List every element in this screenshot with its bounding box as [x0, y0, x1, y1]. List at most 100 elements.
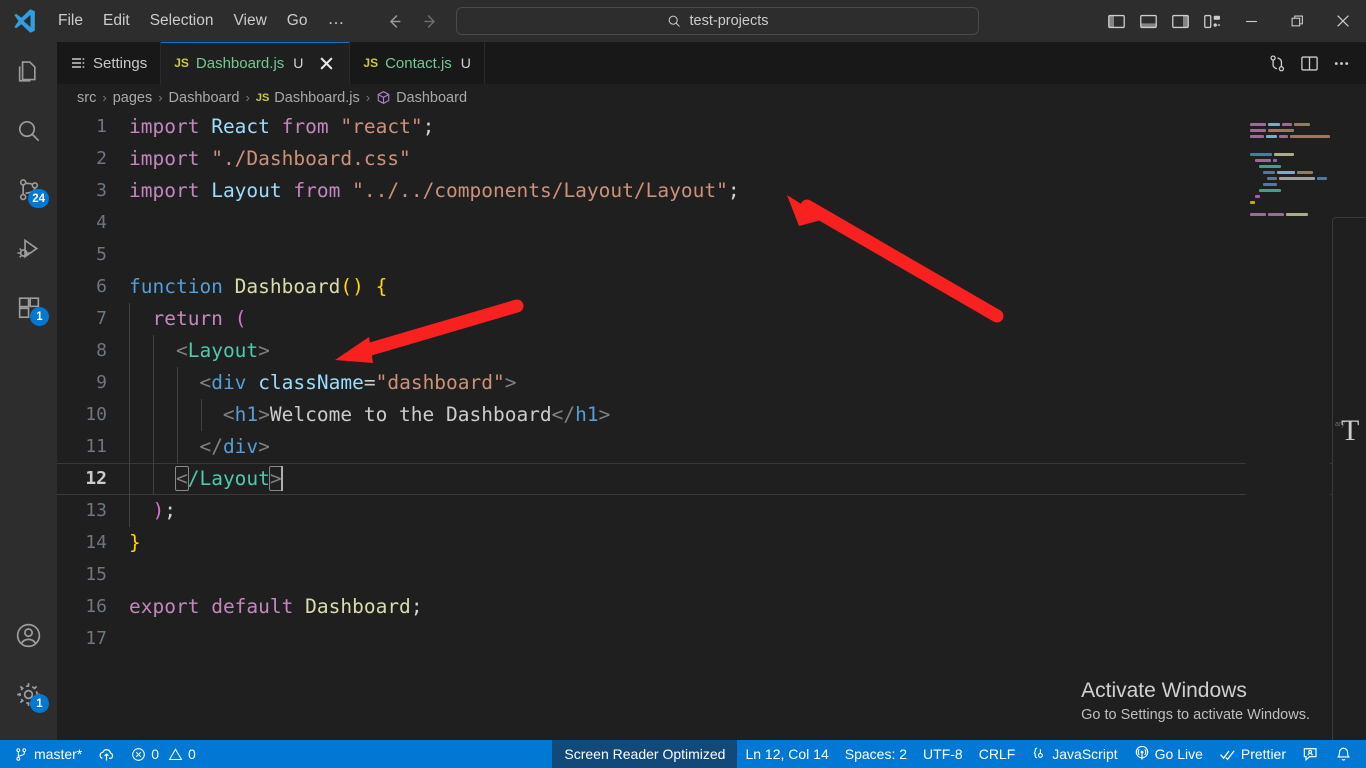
tab-dashboard-js-close-icon[interactable] [316, 53, 336, 73]
line-content: </Layout> [129, 463, 283, 495]
restore-button[interactable] [1274, 0, 1320, 42]
ellipsis-icon[interactable] [1326, 48, 1356, 78]
line-content: </div> [129, 431, 270, 463]
status-go-live[interactable]: Go Live [1126, 740, 1211, 768]
breadcrumb-item-dashboard-js-label: Dashboard.js [274, 89, 360, 106]
line-content: <Layout> [129, 335, 270, 367]
minimize-button[interactable] [1228, 0, 1274, 42]
menu-file[interactable]: File [49, 7, 92, 35]
status-encoding[interactable]: UTF-8 [915, 740, 971, 768]
tab-contact-js[interactable]: JS Contact.js U [350, 42, 485, 84]
title-bar: File Edit Selection View Go … test-proje… [0, 0, 1366, 42]
menu-go[interactable]: Go [278, 7, 317, 35]
error-icon [131, 747, 146, 762]
broadcast-icon [1134, 746, 1150, 762]
code-line: 14 } [57, 527, 1366, 559]
editor-area: Settings JS Dashboard.js U JS Contact.js… [57, 42, 1366, 740]
split-editor-icon[interactable] [1294, 48, 1324, 78]
breadcrumb-item-dashboard-symbol[interactable]: Dashboard [376, 90, 467, 106]
status-branch-label: master* [34, 746, 83, 762]
js-icon: JS [255, 91, 270, 104]
symbol-class-icon [376, 90, 391, 105]
arrow-left-icon[interactable] [381, 8, 407, 34]
activitybar-extensions[interactable]: 1 [0, 278, 57, 337]
breadcrumb: src › pages › Dashboard › JS Dashboard.j… [57, 84, 1366, 111]
activitybar-search[interactable] [0, 101, 57, 160]
tab-dashboard-js-dirty-badge: U [293, 55, 304, 71]
breadcrumb-item-src[interactable]: src [77, 90, 96, 106]
code-line: 15 [57, 559, 1366, 591]
code-line: 8 <Layout> [57, 335, 1366, 367]
workbench-body: 24 1 1 Settings JS Dashboard.js U JS Con… [0, 42, 1366, 740]
breadcrumb-item-pages[interactable]: pages [113, 90, 153, 106]
line-number: 4 [96, 212, 107, 233]
menu-selection[interactable]: Selection [141, 7, 223, 35]
status-feedback[interactable] [1294, 740, 1327, 768]
activate-windows-watermark: Activate Windows Go to Settings to activ… [1081, 677, 1310, 726]
code-line: 13 ); [57, 495, 1366, 527]
status-bar-left: master* 0 0 [0, 740, 204, 768]
line-number: 8 [96, 340, 107, 361]
command-center-value: test-projects [689, 13, 769, 29]
code-line: 16 export default Dashboard; [57, 591, 1366, 623]
code-line: 7 return ( [57, 303, 1366, 335]
activitybar-run-debug[interactable] [0, 219, 57, 278]
minimap[interactable] [1246, 111, 1330, 740]
toggle-panel-button[interactable] [1132, 3, 1164, 39]
code-line: 10 <h1>Welcome to the Dashboard</h1> [57, 399, 1366, 431]
status-sync[interactable] [90, 740, 123, 768]
text-cursor [280, 466, 283, 491]
status-go-live-label: Go Live [1154, 746, 1203, 762]
line-number: 11 [85, 436, 107, 457]
code-line: 1 import React from "react"; [57, 111, 1366, 143]
line-number: 10 [85, 404, 107, 425]
status-language[interactable]: JavaScript [1023, 740, 1125, 768]
status-indentation[interactable]: Spaces: 2 [837, 740, 915, 768]
activitybar-explorer[interactable] [0, 42, 57, 101]
cloud-upload-icon [98, 746, 115, 763]
code-line: 6 function Dashboard() { [57, 271, 1366, 303]
customize-layout-button[interactable] [1196, 3, 1228, 39]
compare-changes-icon[interactable] [1262, 48, 1292, 78]
command-center[interactable]: test-projects [456, 7, 979, 35]
files-icon [15, 58, 43, 86]
line-content: <div className="dashboard"> [129, 367, 517, 399]
manage-badge: 1 [30, 694, 49, 713]
watermark-title: Activate Windows [1081, 679, 1247, 702]
menu-view[interactable]: View [224, 7, 275, 35]
status-screen-reader[interactable]: Screen Reader Optimized [552, 740, 738, 768]
line-number: 14 [85, 532, 107, 553]
breadcrumb-item-dashboard-folder[interactable]: Dashboard [169, 90, 240, 106]
status-prettier[interactable]: Prettier [1211, 740, 1294, 768]
toggle-primary-sidebar-button[interactable] [1100, 3, 1132, 39]
status-bar: master* 0 0 Screen Reader Optimized Ln 1… [0, 740, 1366, 768]
status-branch[interactable]: master* [6, 740, 90, 768]
js-icon: JS [174, 56, 189, 70]
status-notifications[interactable] [1327, 740, 1360, 768]
menu-more[interactable]: … [318, 9, 354, 33]
arrow-right-icon[interactable] [417, 8, 443, 34]
close-button[interactable] [1320, 0, 1366, 42]
activitybar-source-control[interactable]: 24 [0, 160, 57, 219]
tab-settings[interactable]: Settings [57, 42, 162, 84]
tab-bar: Settings JS Dashboard.js U JS Contact.js… [57, 42, 1366, 84]
line-number: 3 [96, 180, 107, 201]
menu-edit[interactable]: Edit [94, 7, 139, 35]
tab-settings-label: Settings [93, 54, 148, 72]
activitybar-manage[interactable]: 1 [0, 665, 57, 724]
code-line: 2 import "./Dashboard.css" [57, 143, 1366, 175]
code-editor[interactable]: 1 import React from "react"; 2 import ".… [57, 111, 1366, 740]
tab-dashboard-js[interactable]: JS Dashboard.js U [161, 42, 351, 84]
activitybar-accounts[interactable] [0, 606, 57, 665]
right-overlay-panel[interactable]: ary T [1332, 217, 1366, 740]
breadcrumb-separator: › [245, 90, 250, 105]
toggle-secondary-sidebar-button[interactable] [1164, 3, 1196, 39]
status-errors-warnings[interactable]: 0 0 [123, 740, 204, 768]
status-cursor-position[interactable]: Ln 12, Col 14 [737, 740, 836, 768]
status-eol[interactable]: CRLF [971, 740, 1024, 768]
breadcrumb-item-dashboard-js[interactable]: JS Dashboard.js [256, 90, 360, 106]
menu-bar: File Edit Selection View Go … [48, 0, 355, 42]
line-content: } [129, 531, 141, 554]
line-number: 15 [85, 564, 107, 585]
breadcrumb-separator: › [102, 90, 107, 105]
